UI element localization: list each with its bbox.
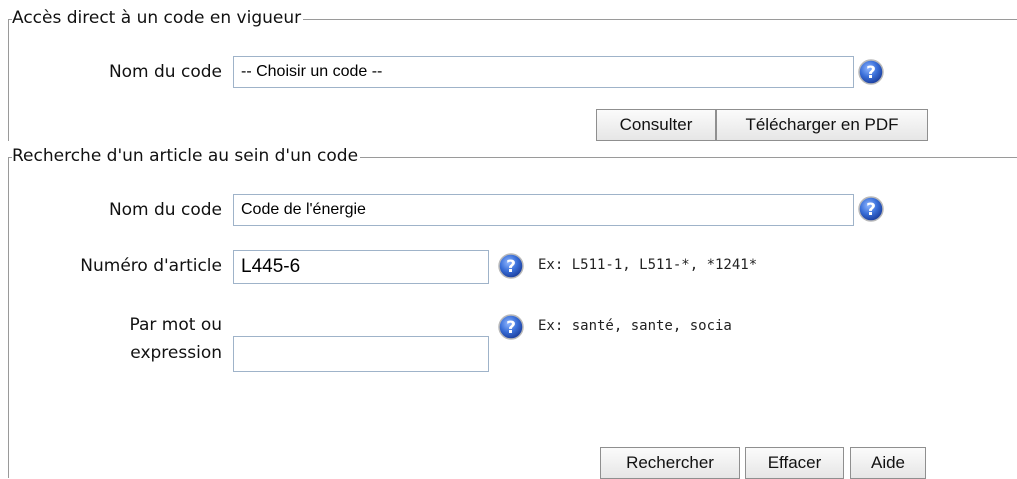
keyword-hint: Ex: santé, sante, socia <box>538 318 732 334</box>
keyword-input[interactable] <box>233 336 489 372</box>
keyword-label-line1: Par mot ou <box>129 315 222 335</box>
code-input[interactable]: Code de l'énergie <box>233 194 854 226</box>
article-hint: Ex: L511-1, L511-*, *1241* <box>538 257 758 273</box>
help-icon[interactable] <box>858 59 884 85</box>
help-icon[interactable] <box>858 196 884 222</box>
article-search-section: Recherche d'un article au sein d'un code… <box>8 146 1017 479</box>
section-legend: Accès direct à un code en vigueur <box>12 8 304 28</box>
search-button[interactable]: Rechercher <box>600 447 740 479</box>
section-border-left <box>8 157 9 478</box>
consult-button[interactable]: Consulter <box>596 109 716 141</box>
download-pdf-button[interactable]: Télécharger en PDF <box>716 109 928 141</box>
section-border-left <box>8 19 9 141</box>
help-button[interactable]: Aide <box>850 447 926 479</box>
help-icon[interactable] <box>498 253 524 279</box>
article-number-input[interactable]: L445-6 <box>233 250 489 284</box>
code-label: Nom du code <box>108 200 222 220</box>
article-number-label: Numéro d'article <box>80 256 222 276</box>
code-select[interactable]: -- Choisir un code -- <box>233 56 854 88</box>
direct-access-section: Accès direct à un code en vigueur Nom du… <box>8 8 1017 141</box>
section-legend: Recherche d'un article au sein d'un code <box>12 146 361 166</box>
clear-button[interactable]: Effacer <box>745 447 844 479</box>
code-label: Nom du code <box>108 62 222 82</box>
help-icon[interactable] <box>498 314 524 340</box>
keyword-label-line2: expression <box>130 343 222 363</box>
